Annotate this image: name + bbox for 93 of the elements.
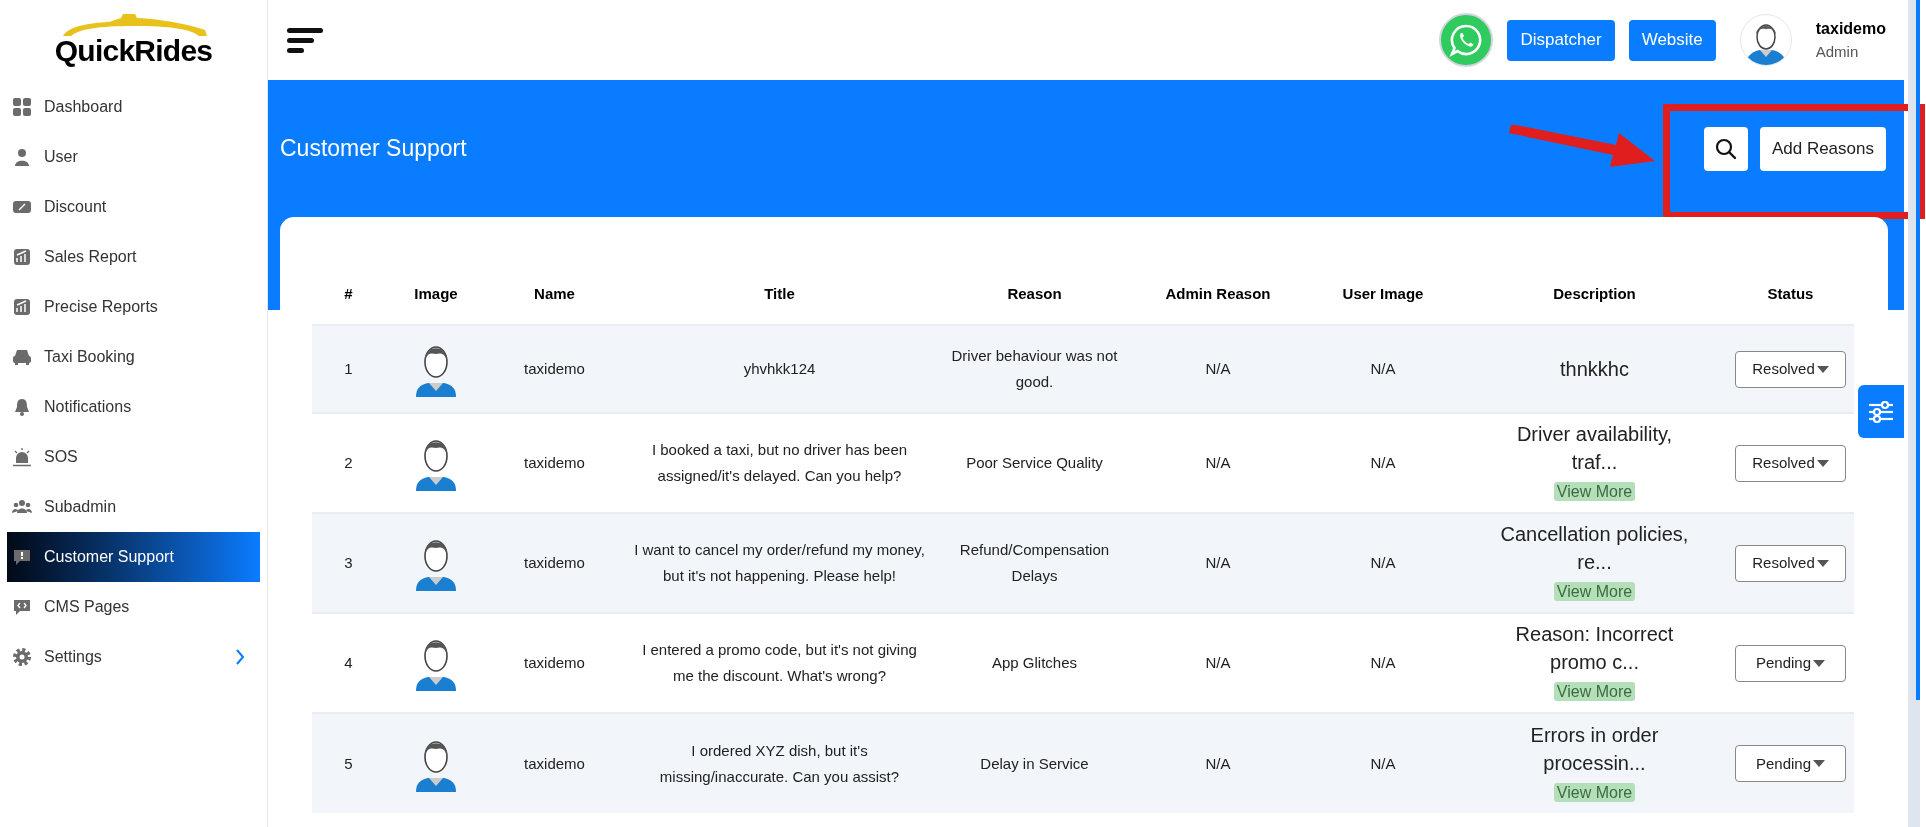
sidebar-item[interactable]: Precise Reports [7,282,260,332]
siren-icon [12,447,32,467]
user-image-value: N/A [1370,360,1396,377]
sliders-icon [1868,400,1894,423]
row-number: 2 [344,454,353,471]
car-icon [12,347,32,367]
user-name: taxidemo [524,654,585,671]
filter-settings-button[interactable] [1858,385,1904,438]
caret-down-icon [1813,760,1826,767]
caret-down-icon [1816,459,1829,467]
ticket-title: I booked a taxi, but no driver has been assigned/it's delayed. Can you help? [651,441,908,484]
description-text: Reason: Incorrect promo c... [1514,622,1675,675]
reason-text: App Glitches [991,654,1077,671]
user-name: taxidemo [524,454,585,471]
caret-down-icon [1813,659,1826,667]
add-reasons-button[interactable]: Add Reasons [1759,126,1886,171]
reason-text: Delay in Service [980,754,1089,772]
quickrides-logo[interactable]: QuickRides [54,14,213,66]
chat-code-icon [12,597,32,617]
caret-down-icon [1816,365,1829,373]
row-number: 4 [344,654,353,671]
caret-down-icon [1816,559,1829,567]
sidebar-item[interactable]: Discount [7,182,260,232]
user-name: taxidemo [524,754,585,772]
reason-text: Refund/Compensation Delays [959,541,1110,584]
description-text: Driver availability, traf... [1515,422,1674,475]
column-header: Reason [937,265,1132,325]
column-header: Admin Reason [1132,265,1304,325]
status-dropdown[interactable]: Resolved [1735,350,1846,388]
status-dropdown[interactable]: Resolved [1735,544,1846,582]
admin-reason: N/A [1205,654,1231,671]
admin-reason: N/A [1205,360,1231,377]
user-image-value: N/A [1370,554,1396,571]
admin-reason: N/A [1205,454,1231,471]
search-icon [1714,137,1737,160]
chart-icon [12,297,32,317]
ticket-title: I entered a promo code, but it's not giving me the discount. What's wrong? [642,641,917,684]
bell-icon [12,397,32,417]
scrollbar[interactable] [1908,0,1920,827]
column-header: Description [1462,265,1727,325]
person-icon [12,147,32,167]
user-image-value: N/A [1370,454,1396,471]
header-button[interactable]: Dispatcher [1507,19,1615,61]
sidebar-item[interactable]: Taxi Booking [7,332,260,382]
chart-icon [12,247,32,267]
sidebar-item[interactable]: Sales Report [7,232,260,282]
sidebar-item[interactable]: User [7,132,260,182]
status-dropdown[interactable]: Pending [1735,644,1846,682]
user-name: taxidemo [1815,18,1886,39]
ticket-title: I want to cancel my order/refund my money, but it's not happening. Please help! [634,541,925,584]
view-more-link[interactable]: View More [1553,682,1636,701]
user-role: Admin [1815,41,1860,62]
row-number: 3 [344,554,353,571]
column-header: Status [1727,265,1854,325]
grid-icon [12,97,32,117]
reason-text: Poor Service Quality [966,454,1103,471]
menu-icon[interactable] [286,26,326,54]
admin-reason: N/A [1205,554,1231,571]
reason-text: Driver behaviour was not good. [951,347,1118,390]
column-header: # [312,265,385,325]
sidebar-item[interactable]: Notifications [7,382,260,432]
sidebar-item[interactable]: Customer Support [7,532,260,582]
view-more-link[interactable]: View More [1553,482,1636,501]
admin-reason: N/A [1205,754,1231,772]
status-dropdown[interactable]: Resolved [1735,444,1846,482]
column-header: Name [487,265,622,325]
sidebar-item[interactable]: Subadmin [7,482,260,532]
column-header: User Image [1304,265,1462,325]
description-text: Cancellation policies, re... [1499,522,1690,575]
chat-question-icon [12,547,32,567]
user-image-value: N/A [1370,754,1396,772]
view-more-link[interactable]: View More [1553,782,1636,802]
ticket-title: yhvhkk124 [743,360,816,377]
user-image-value: N/A [1370,654,1396,671]
description-text: thnkkhc [1559,357,1630,382]
status-dropdown[interactable]: Pending [1735,745,1846,782]
user-name: taxidemo [524,554,585,571]
column-header: Title [622,265,937,325]
settings-icon [12,647,32,667]
header-button[interactable]: Website [1628,19,1716,61]
column-header: Image [385,265,487,325]
search-button[interactable] [1703,126,1748,171]
sidebar-item[interactable]: Dashboard [7,82,260,132]
description-text: Errors in order processin... [1529,722,1660,776]
page-title: Customer Support [280,134,467,164]
row-number: 1 [344,360,353,377]
view-more-link[interactable]: View More [1553,582,1636,601]
row-number: 5 [344,754,353,772]
ticket-title: I ordered XYZ dish, but it's missing/inaccurate. Can you assist? [659,741,900,785]
sidebar-item[interactable]: SOS [7,432,260,482]
sidebar-item[interactable]: Settings [7,632,260,682]
user-name: taxidemo [524,360,585,377]
sidebar-item[interactable]: CMS Pages [7,582,260,632]
